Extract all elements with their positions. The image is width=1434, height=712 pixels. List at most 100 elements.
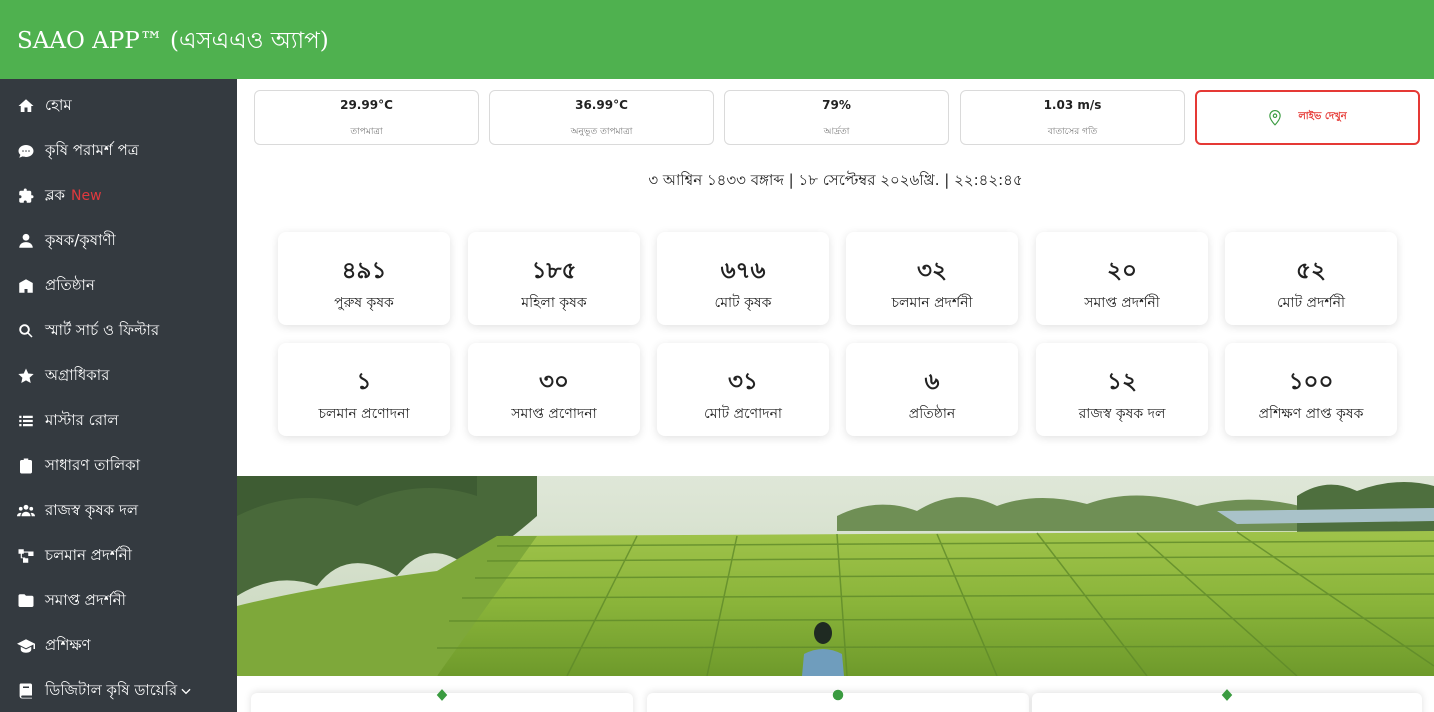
sidebar-item-label: প্রশিক্ষণ	[45, 635, 91, 654]
stat-value: ৫২	[1296, 258, 1326, 284]
sidebar-item-priority[interactable]: অগ্রাধিকার	[0, 356, 237, 396]
stat-value: ১২	[1107, 369, 1137, 395]
stat-value: ৩২	[917, 258, 947, 284]
wind-speed-label: বাতাসের গতি	[1047, 127, 1098, 137]
home-icon	[16, 97, 35, 116]
stat-value: ৬৭৬	[720, 258, 766, 284]
sidebar-item-block[interactable]: ব্লক New	[0, 176, 237, 216]
wind-speed-card: 1.03 m/s বাতাসের গতি	[960, 90, 1185, 145]
folder-icon	[16, 592, 35, 611]
live-view-button[interactable]: লাইভ দেখুন	[1195, 90, 1420, 145]
sidebar-item-label: মাস্টার রোল	[45, 410, 119, 429]
stat-card-revenue-farmer-groups[interactable]: ১২ রাজস্ব কৃষক দল	[1036, 343, 1208, 436]
sidebar-item-label: স্মার্ট সার্চ ও ফিল্টার	[45, 320, 160, 339]
location-pin-icon	[1269, 109, 1282, 126]
sidebar-item-label: সাধারণ তালিকা	[45, 455, 141, 474]
clipboard-icon	[16, 457, 35, 476]
stat-label: চলমান প্রণোদনা	[318, 406, 410, 422]
stat-card-institutions[interactable]: ৬ প্রতিষ্ঠান	[846, 343, 1018, 436]
sidebar-item-digital-diary[interactable]: ডিজিটাল কৃষি ডায়েরি	[0, 671, 237, 711]
stat-label: মহিলা কৃষক	[521, 295, 587, 311]
graduation-cap-icon	[16, 637, 35, 656]
sidebar-item-completed-demonstration[interactable]: সমাপ্ত প্রদর্শনী	[0, 581, 237, 621]
humidity-value: 79%	[822, 98, 851, 112]
stat-card-total-demonstrations[interactable]: ৫২ মোট প্রদর্শনী	[1225, 232, 1397, 325]
stat-label: মোট প্রণোদনা	[704, 406, 782, 422]
stat-label: সমাপ্ত প্রদর্শনী	[1084, 295, 1160, 311]
sidebar-item-label: সমাপ্ত প্রদর্শনী	[45, 590, 126, 609]
stat-card-completed-incentives[interactable]: ৩০ সমাপ্ত প্রণোদনা	[468, 343, 640, 436]
stat-card-male-farmers[interactable]: ৪৯১ পুরুষ কৃষক	[278, 232, 450, 325]
sidebar-item-running-demonstration[interactable]: চলমান প্রদর্শনী	[0, 536, 237, 576]
leaf-icon	[1220, 687, 1234, 701]
search-icon	[16, 322, 35, 341]
sidebar-item-label: ব্লক	[45, 185, 66, 204]
stat-label: চলমান প্রদর্শনী	[891, 295, 973, 311]
feels-like-label: অনুভূত তাপমাত্রা	[570, 127, 633, 137]
humidity-label: আর্দ্রতা	[823, 127, 850, 137]
sidebar-item-home[interactable]: হোম	[0, 86, 237, 126]
stat-card-completed-demonstrations[interactable]: ২০ সমাপ্ত প্রদর্শনী	[1036, 232, 1208, 325]
stat-card-trained-farmers[interactable]: ১০০ প্রশিক্ষণ প্রাপ্ত কৃষক	[1225, 343, 1397, 436]
sidebar-item-revenue-farmer-group[interactable]: রাজস্ব কৃষক দল	[0, 491, 237, 531]
book-icon	[16, 682, 35, 701]
stat-label: মোট কৃষক	[714, 295, 772, 311]
list-icon	[16, 412, 35, 431]
dot-icon	[831, 687, 845, 701]
sidebar-item-label: হোম	[45, 95, 72, 114]
sidebar-item-label: চলমান প্রদর্শনী	[45, 545, 132, 564]
temperature-label: তাপমাত্রা	[350, 127, 383, 137]
stat-card-total-farmers[interactable]: ৬৭৬ মোট কৃষক	[657, 232, 829, 325]
live-view-label: লাইভ দেখুন	[1298, 111, 1347, 122]
feels-like-value: 36.99°C	[575, 98, 628, 112]
sidebar-item-institutions[interactable]: প্রতিষ্ঠান	[0, 266, 237, 306]
feels-like-card: 36.99°C অনুভূত তাপমাত্রা	[489, 90, 714, 145]
stat-value: ১	[356, 369, 372, 395]
stat-value: ১৮৫	[531, 258, 577, 284]
date-time-display: ৩ আশ্বিন ১৪৩৩ বঙ্গাব্দ | ১৮ সেপ্টেম্বর ২…	[648, 171, 1023, 189]
sidebar-item-label: কৃষক/কৃষাণী	[45, 230, 116, 249]
stat-value: ১০০	[1288, 369, 1334, 395]
bottom-card[interactable]	[1032, 689, 1422, 712]
sidebar-item-general-list[interactable]: সাধারণ তালিকা	[0, 446, 237, 486]
building-icon	[16, 277, 35, 296]
chevron-down-icon[interactable]	[179, 684, 193, 698]
sidebar: হোম কৃষি পরামর্শ পত্র ব্লক New কৃষক/কৃষা…	[0, 79, 237, 712]
stat-card-female-farmers[interactable]: ১৮৫ মহিলা কৃষক	[468, 232, 640, 325]
bottom-card[interactable]	[251, 689, 633, 712]
stat-label: সমাপ্ত প্রণোদনা	[511, 406, 597, 422]
stat-card-running-demonstrations[interactable]: ৩২ চলমান প্রদর্শনী	[846, 232, 1018, 325]
stat-label: রাজস্ব কৃষক দল	[1078, 406, 1166, 422]
temperature-value: 29.99°C	[340, 98, 393, 112]
rice-field-banner	[237, 476, 1434, 676]
sidebar-item-label: প্রতিষ্ঠান	[45, 275, 95, 294]
leaf-icon	[435, 687, 449, 701]
stat-value: ৩১	[728, 369, 758, 395]
wind-speed-value: 1.03 m/s	[1043, 98, 1102, 112]
sidebar-item-farmers[interactable]: কৃষক/কৃষাণী	[0, 221, 237, 261]
stat-value: ২০	[1107, 258, 1137, 284]
bottom-card[interactable]	[647, 689, 1029, 712]
puzzle-icon	[16, 187, 35, 206]
stat-label: মোট প্রদর্শনী	[1276, 295, 1346, 311]
temperature-card: 29.99°C তাপমাত্রা	[254, 90, 479, 145]
app-title: SAAO APP™ (এসএএও অ্যাপ)	[17, 28, 329, 54]
user-icon	[16, 232, 35, 251]
sidebar-item-training[interactable]: প্রশিক্ষণ	[0, 626, 237, 666]
sidebar-item-label: রাজস্ব কৃষক দল	[45, 500, 139, 519]
stat-label: প্রতিষ্ঠান	[908, 406, 956, 422]
stat-label: প্রশিক্ষণ প্রাপ্ত কৃষক	[1258, 406, 1364, 422]
stat-label: পুরুষ কৃষক	[334, 295, 394, 311]
sidebar-item-label: অগ্রাধিকার	[45, 365, 110, 384]
stat-card-total-incentives[interactable]: ৩১ মোট প্রণোদনা	[657, 343, 829, 436]
sidebar-item-label: ডিজিটাল কৃষি ডায়েরি	[45, 680, 178, 699]
sidebar-item-master-roll[interactable]: মাস্টার রোল	[0, 401, 237, 441]
stat-value: ৩০	[539, 369, 569, 395]
sitemap-icon	[16, 547, 35, 566]
users-icon	[16, 502, 35, 521]
sidebar-item-smart-search[interactable]: স্মার্ট সার্চ ও ফিল্টার	[0, 311, 237, 351]
sidebar-item-advisory[interactable]: কৃষি পরামর্শ পত্র	[0, 131, 237, 171]
app-header: SAAO APP™ (এসএএও অ্যাপ)	[0, 0, 1434, 79]
stat-card-running-incentives[interactable]: ১ চলমান প্রণোদনা	[278, 343, 450, 436]
humidity-card: 79% আর্দ্রতা	[724, 90, 949, 145]
